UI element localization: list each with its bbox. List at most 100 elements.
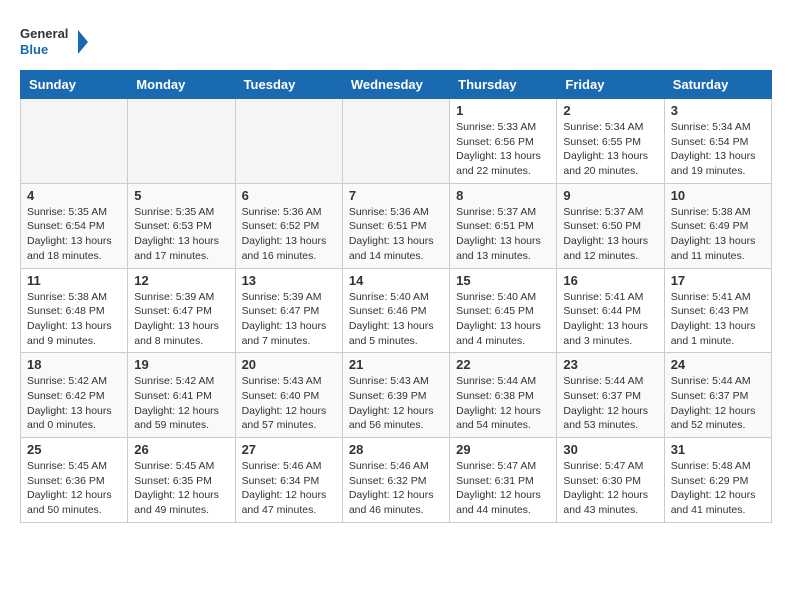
day-cell: 11Sunrise: 5:38 AMSunset: 6:48 PMDayligh… <box>21 268 128 353</box>
day-number: 30 <box>563 442 657 457</box>
day-info: Sunrise: 5:40 AMSunset: 6:45 PMDaylight:… <box>456 290 550 349</box>
day-cell: 14 Sunrise: 5:40 AMSunset: 6:46 PMDayligh… <box>342 268 449 353</box>
day-number: 21 <box>349 357 443 372</box>
day-cell: 2 Sunrise: 5:34 AMSunset: 6:55 PMDaylight… <box>557 99 664 184</box>
day-cell: 27 Sunrise: 5:46 AMSunset: 6:34 PMDayligh… <box>235 438 342 523</box>
week-row-4: 18 Sunrise: 5:42 AMSunset: 6:42 PMDayligh… <box>21 353 772 438</box>
day-number: 16 <box>563 273 657 288</box>
day-cell: 22 Sunrise: 5:44 AMSunset: 6:38 PMDayligh… <box>450 353 557 438</box>
day-cell: 15 Sunrise: 5:40 AMSunset: 6:45 PMDayligh… <box>450 268 557 353</box>
day-info: Sunrise: 5:36 AMSunset: 6:51 PMDaylight:… <box>349 205 443 264</box>
day-cell: 16 Sunrise: 5:41 AMSunset: 6:44 PMDayligh… <box>557 268 664 353</box>
week-row-1: 1Sunrise: 5:33 AMSunset: 6:56 PMDaylight… <box>21 99 772 184</box>
day-header-sunday: Sunday <box>21 71 128 99</box>
day-info: Sunrise: 5:39 AMSunset: 6:47 PMDaylight:… <box>242 290 336 349</box>
day-info: Sunrise: 5:38 AMSunset: 6:49 PMDaylight:… <box>671 205 765 264</box>
day-info: Sunrise: 5:35 AMSunset: 6:54 PMDaylight:… <box>27 205 121 264</box>
day-number: 12 <box>134 273 228 288</box>
day-number: 6 <box>242 188 336 203</box>
day-info: Sunrise: 5:44 AMSunset: 6:37 PMDaylight:… <box>563 374 657 433</box>
day-info: Sunrise: 5:41 AMSunset: 6:43 PMDaylight:… <box>671 290 765 349</box>
day-info: Sunrise: 5:46 AMSunset: 6:32 PMDaylight:… <box>349 459 443 518</box>
day-number: 2 <box>563 103 657 118</box>
day-info: Sunrise: 5:37 AMSunset: 6:50 PMDaylight:… <box>563 205 657 264</box>
day-number: 8 <box>456 188 550 203</box>
day-info: Sunrise: 5:40 AMSunset: 6:46 PMDaylight:… <box>349 290 443 349</box>
day-number: 14 <box>349 273 443 288</box>
day-info: Sunrise: 5:44 AMSunset: 6:37 PMDaylight:… <box>671 374 765 433</box>
day-header-saturday: Saturday <box>664 71 771 99</box>
day-info: Sunrise: 5:46 AMSunset: 6:34 PMDaylight:… <box>242 459 336 518</box>
calendar: SundayMondayTuesdayWednesdayThursdayFrid… <box>20 70 772 523</box>
day-cell: 17 Sunrise: 5:41 AMSunset: 6:43 PMDayligh… <box>664 268 771 353</box>
day-cell: 18 Sunrise: 5:42 AMSunset: 6:42 PMDayligh… <box>21 353 128 438</box>
day-number: 25 <box>27 442 121 457</box>
day-number: 22 <box>456 357 550 372</box>
day-info: Sunrise: 5:34 AMSunset: 6:55 PMDaylight:… <box>563 120 657 179</box>
day-cell: 30 Sunrise: 5:47 AMSunset: 6:30 PMDayligh… <box>557 438 664 523</box>
logo: GeneralBlue <box>20 20 90 60</box>
day-number: 23 <box>563 357 657 372</box>
week-row-5: 25 Sunrise: 5:45 AMSunset: 6:36 PMDayligh… <box>21 438 772 523</box>
day-number: 24 <box>671 357 765 372</box>
day-number: 9 <box>563 188 657 203</box>
day-info: Sunrise: 5:45 AMSunset: 6:35 PMDaylight:… <box>134 459 228 518</box>
day-cell: 10Sunrise: 5:38 AMSunset: 6:49 PMDayligh… <box>664 183 771 268</box>
day-cell: 6 Sunrise: 5:36 AMSunset: 6:52 PMDaylight… <box>235 183 342 268</box>
day-header-wednesday: Wednesday <box>342 71 449 99</box>
day-cell: 20 Sunrise: 5:43 AMSunset: 6:40 PMDayligh… <box>235 353 342 438</box>
day-cell: 8 Sunrise: 5:37 AMSunset: 6:51 PMDaylight… <box>450 183 557 268</box>
day-info: Sunrise: 5:36 AMSunset: 6:52 PMDaylight:… <box>242 205 336 264</box>
day-number: 28 <box>349 442 443 457</box>
day-header-monday: Monday <box>128 71 235 99</box>
day-number: 3 <box>671 103 765 118</box>
day-header-friday: Friday <box>557 71 664 99</box>
svg-text:General: General <box>20 26 68 41</box>
day-cell <box>235 99 342 184</box>
day-number: 27 <box>242 442 336 457</box>
day-number: 4 <box>27 188 121 203</box>
day-cell: 28 Sunrise: 5:46 AMSunset: 6:32 PMDayligh… <box>342 438 449 523</box>
day-number: 7 <box>349 188 443 203</box>
week-row-3: 11Sunrise: 5:38 AMSunset: 6:48 PMDayligh… <box>21 268 772 353</box>
day-cell: 19 Sunrise: 5:42 AMSunset: 6:41 PMDayligh… <box>128 353 235 438</box>
day-number: 1 <box>456 103 550 118</box>
day-cell: 25 Sunrise: 5:45 AMSunset: 6:36 PMDayligh… <box>21 438 128 523</box>
day-headers: SundayMondayTuesdayWednesdayThursdayFrid… <box>21 71 772 99</box>
day-cell: 1Sunrise: 5:33 AMSunset: 6:56 PMDaylight… <box>450 99 557 184</box>
header: GeneralBlue <box>20 20 772 60</box>
logo-svg: GeneralBlue <box>20 20 90 60</box>
day-cell <box>21 99 128 184</box>
day-cell: 31Sunrise: 5:48 AMSunset: 6:29 PMDayligh… <box>664 438 771 523</box>
svg-text:Blue: Blue <box>20 42 48 57</box>
day-cell: 12Sunrise: 5:39 AMSunset: 6:47 PMDayligh… <box>128 268 235 353</box>
day-cell <box>342 99 449 184</box>
day-cell: 13 Sunrise: 5:39 AMSunset: 6:47 PMDayligh… <box>235 268 342 353</box>
day-info: Sunrise: 5:44 AMSunset: 6:38 PMDaylight:… <box>456 374 550 433</box>
day-info: Sunrise: 5:47 AMSunset: 6:31 PMDaylight:… <box>456 459 550 518</box>
day-info: Sunrise: 5:35 AMSunset: 6:53 PMDaylight:… <box>134 205 228 264</box>
day-info: Sunrise: 5:42 AMSunset: 6:42 PMDaylight:… <box>27 374 121 433</box>
day-cell: 5Sunrise: 5:35 AMSunset: 6:53 PMDaylight… <box>128 183 235 268</box>
day-info: Sunrise: 5:41 AMSunset: 6:44 PMDaylight:… <box>563 290 657 349</box>
day-cell: 26 Sunrise: 5:45 AMSunset: 6:35 PMDayligh… <box>128 438 235 523</box>
day-number: 17 <box>671 273 765 288</box>
day-info: Sunrise: 5:45 AMSunset: 6:36 PMDaylight:… <box>27 459 121 518</box>
day-info: Sunrise: 5:47 AMSunset: 6:30 PMDaylight:… <box>563 459 657 518</box>
day-number: 13 <box>242 273 336 288</box>
day-cell: 9 Sunrise: 5:37 AMSunset: 6:50 PMDaylight… <box>557 183 664 268</box>
day-info: Sunrise: 5:37 AMSunset: 6:51 PMDaylight:… <box>456 205 550 264</box>
day-info: Sunrise: 5:42 AMSunset: 6:41 PMDaylight:… <box>134 374 228 433</box>
day-number: 20 <box>242 357 336 372</box>
day-cell: 23 Sunrise: 5:44 AMSunset: 6:37 PMDayligh… <box>557 353 664 438</box>
day-number: 19 <box>134 357 228 372</box>
day-cell: 7 Sunrise: 5:36 AMSunset: 6:51 PMDaylight… <box>342 183 449 268</box>
week-row-2: 4 Sunrise: 5:35 AMSunset: 6:54 PMDaylight… <box>21 183 772 268</box>
day-number: 11 <box>27 273 121 288</box>
day-cell <box>128 99 235 184</box>
day-number: 18 <box>27 357 121 372</box>
day-header-thursday: Thursday <box>450 71 557 99</box>
day-info: Sunrise: 5:43 AMSunset: 6:40 PMDaylight:… <box>242 374 336 433</box>
day-number: 15 <box>456 273 550 288</box>
day-number: 26 <box>134 442 228 457</box>
